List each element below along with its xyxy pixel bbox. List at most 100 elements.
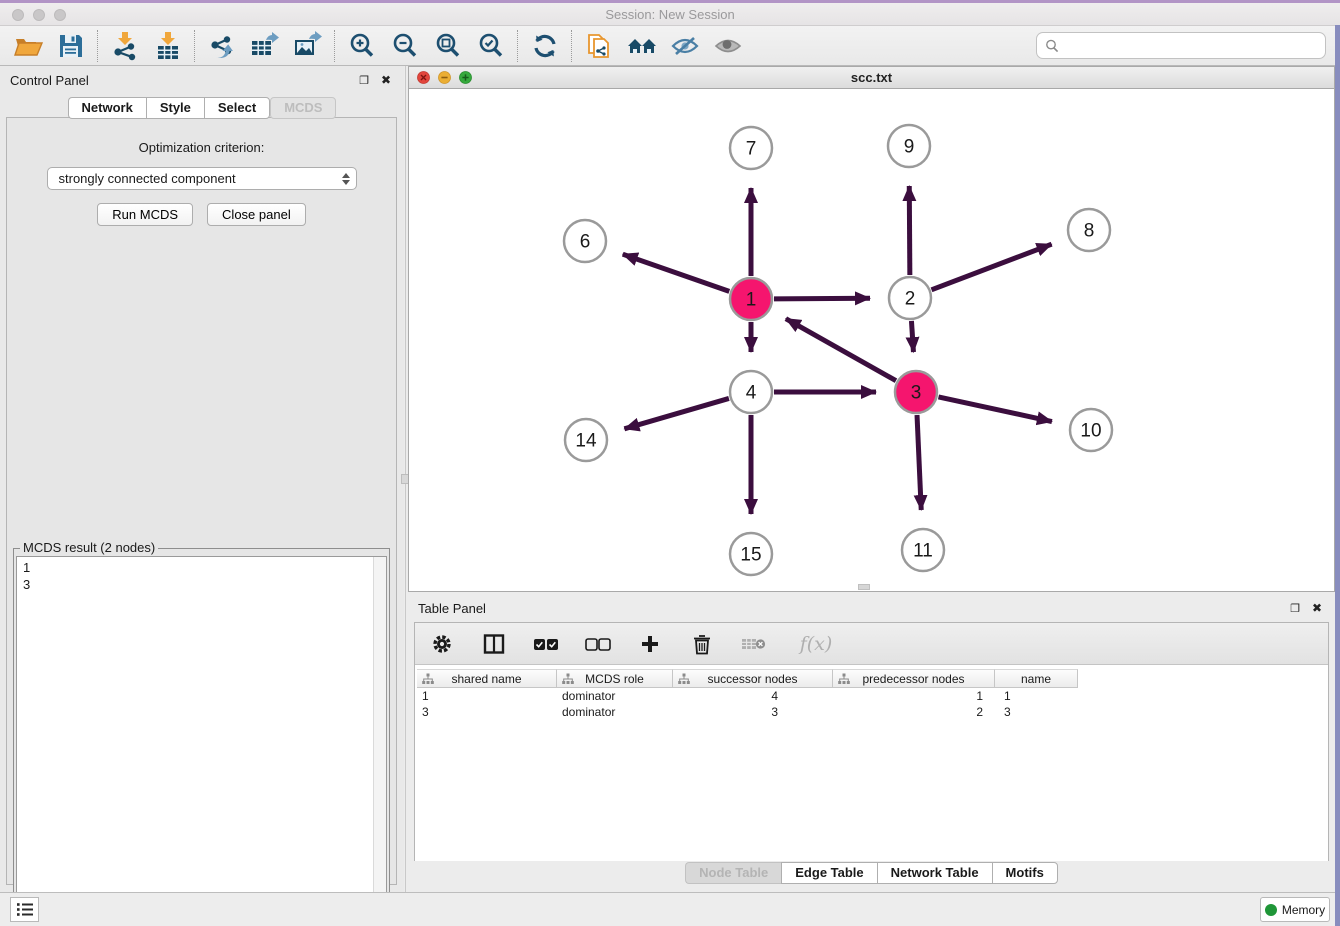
tab-network-table[interactable]: Network Table	[877, 862, 992, 884]
graph-edge-4-14[interactable]	[624, 398, 729, 428]
zoom-in-button[interactable]	[340, 27, 383, 65]
export-image-button[interactable]	[286, 27, 329, 65]
table-row[interactable]: 1 dominator 4 1 1	[417, 688, 1328, 704]
close-window-button[interactable]	[12, 9, 24, 21]
cell-name[interactable]: 3	[995, 704, 1078, 720]
graph-edge-3-11[interactable]	[917, 415, 921, 510]
graph-edge-3-10[interactable]	[938, 397, 1051, 422]
graph-node-1[interactable]: 1	[730, 278, 772, 320]
export-table-button[interactable]	[243, 27, 286, 65]
tab-network[interactable]: Network	[68, 97, 146, 119]
home-networks-button[interactable]	[620, 27, 663, 65]
mcds-result-text[interactable]: 1 3	[16, 556, 387, 923]
control-panel-title: Control Panel	[10, 73, 350, 88]
window-controls	[12, 9, 66, 21]
table-settings-button[interactable]	[429, 629, 455, 659]
column-header-mcds-role[interactable]: MCDS role	[557, 669, 673, 688]
task-history-button[interactable]	[10, 897, 39, 922]
memory-button[interactable]: Memory	[1260, 897, 1330, 922]
column-header-successor-nodes[interactable]: successor nodes	[673, 669, 833, 688]
cell-predecessor-nodes[interactable]: 1	[833, 688, 995, 704]
new-network-from-selection-button[interactable]	[577, 27, 620, 65]
graph-node-6[interactable]: 6	[564, 220, 606, 262]
cell-name[interactable]: 1	[995, 688, 1078, 704]
graph-node-14[interactable]: 14	[565, 419, 607, 461]
cell-successor-nodes[interactable]: 4	[673, 688, 833, 704]
import-network-button[interactable]	[103, 27, 146, 65]
tab-style[interactable]: Style	[146, 97, 204, 119]
mcds-result-line: 1	[23, 559, 386, 576]
zoom-fit-button[interactable]	[426, 27, 469, 65]
graph-node-11[interactable]: 11	[902, 529, 944, 571]
tab-select[interactable]: Select	[204, 97, 270, 119]
graph-node-9[interactable]: 9	[888, 125, 930, 167]
graph-edge-2-3[interactable]	[911, 321, 913, 352]
show-column-panel-button[interactable]	[481, 629, 507, 659]
cell-shared-name[interactable]: 3	[417, 704, 557, 720]
zoom-selected-button[interactable]	[469, 27, 512, 65]
cell-predecessor-nodes[interactable]: 2	[833, 704, 995, 720]
tab-edge-table[interactable]: Edge Table	[781, 862, 876, 884]
tab-motifs[interactable]: Motifs	[992, 862, 1058, 884]
float-panel-icon[interactable]: ❐	[356, 72, 372, 88]
hide-selected-button[interactable]	[663, 27, 706, 65]
graph-node-3[interactable]: 3	[895, 371, 937, 413]
minimize-network-button[interactable]	[438, 71, 451, 84]
search-input[interactable]	[1060, 35, 1325, 57]
graph-node-label: 11	[913, 541, 933, 562]
export-network-button[interactable]	[200, 27, 243, 65]
delete-table-button[interactable]	[741, 629, 767, 659]
tab-mcds[interactable]: MCDS	[270, 97, 336, 119]
float-table-panel-icon[interactable]: ❐	[1287, 600, 1303, 616]
apply-layout-button[interactable]	[523, 27, 566, 65]
graph-edge-2-9[interactable]	[909, 186, 910, 275]
column-header-predecessor-nodes[interactable]: predecessor nodes	[833, 669, 995, 688]
delete-column-button[interactable]	[689, 629, 715, 659]
graph-node-10[interactable]: 10	[1070, 409, 1112, 451]
close-panel-button[interactable]: Close panel	[207, 203, 306, 226]
tab-node-table[interactable]: Node Table	[685, 862, 781, 884]
memory-label: Memory	[1282, 903, 1325, 917]
graph-edge-2-8[interactable]	[932, 244, 1052, 290]
column-header-name[interactable]: name	[995, 669, 1078, 688]
zoom-selected-icon	[477, 32, 505, 60]
criterion-select[interactable]: strongly connected component	[47, 167, 357, 190]
show-all-button[interactable]	[706, 27, 749, 65]
import-table-button[interactable]	[146, 27, 189, 65]
memory-status-icon	[1265, 904, 1277, 916]
cell-successor-nodes[interactable]: 3	[673, 704, 833, 720]
graph-node-7[interactable]: 7	[730, 127, 772, 169]
run-mcds-button[interactable]: Run MCDS	[97, 203, 193, 226]
cell-shared-name[interactable]: 1	[417, 688, 557, 704]
table-panel-header: Table Panel ❐ ✖	[408, 595, 1335, 621]
save-session-button[interactable]	[49, 27, 92, 65]
cell-mcds-role[interactable]: dominator	[557, 688, 673, 704]
select-all-columns-button[interactable]	[533, 629, 559, 659]
create-column-button[interactable]	[637, 629, 663, 659]
network-canvas[interactable]: 1 2 3 4 6 7 8 9 10 11 14 15	[409, 90, 1334, 591]
close-network-button[interactable]	[417, 71, 430, 84]
close-panel-icon[interactable]: ✖	[378, 72, 394, 88]
graph-node-15[interactable]: 15	[730, 533, 772, 575]
maximize-window-button[interactable]	[54, 9, 66, 21]
network-window-titlebar[interactable]: scc.txt	[409, 67, 1334, 89]
graph-node-4[interactable]: 4	[730, 371, 772, 413]
result-scrollbar[interactable]	[373, 557, 386, 922]
table-row[interactable]: 3 dominator 3 2 3	[417, 704, 1328, 720]
graph-edge-1-6[interactable]	[623, 254, 730, 291]
canvas-hscroll-handle[interactable]	[858, 584, 870, 590]
graph-edge-1-2[interactable]	[774, 298, 870, 299]
graph-node-8[interactable]: 8	[1068, 209, 1110, 251]
function-builder-button[interactable]: f(x)	[793, 629, 839, 659]
open-session-button[interactable]	[6, 27, 49, 65]
unselect-all-columns-button[interactable]	[585, 629, 611, 659]
maximize-network-button[interactable]	[459, 71, 472, 84]
minimize-window-button[interactable]	[33, 9, 45, 21]
cell-mcds-role[interactable]: dominator	[557, 704, 673, 720]
status-bar: Memory	[0, 892, 1340, 926]
column-header-shared-name[interactable]: shared name	[417, 669, 557, 688]
graph-node-2[interactable]: 2	[889, 277, 931, 319]
close-table-panel-icon[interactable]: ✖	[1309, 600, 1325, 616]
graph-edge-3-1[interactable]	[786, 319, 896, 381]
zoom-out-button[interactable]	[383, 27, 426, 65]
